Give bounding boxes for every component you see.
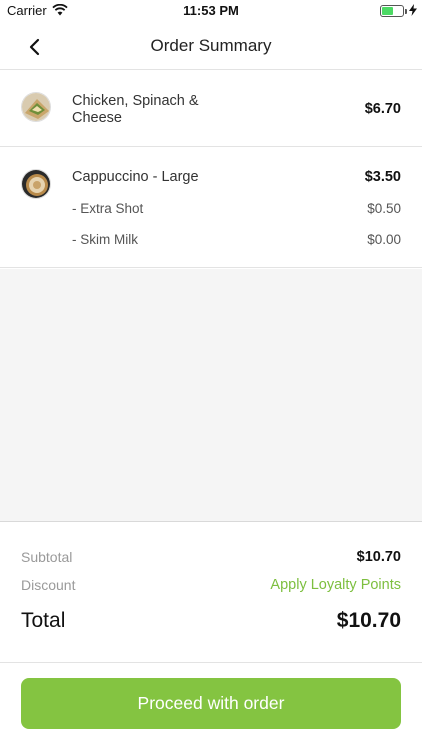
status-time: 11:53 PM bbox=[183, 3, 239, 18]
modifier-name: - Skim Milk bbox=[72, 232, 138, 247]
modifier-name: - Extra Shot bbox=[72, 201, 144, 216]
order-items-list: Chicken, Spinach & Cheese $6.70 Cappucci… bbox=[0, 71, 422, 268]
navigation-bar: Order Summary bbox=[0, 22, 422, 70]
modifier-price: $0.00 bbox=[367, 232, 401, 247]
status-bar: Carrier 11:53 PM bbox=[0, 0, 422, 22]
item-price: $6.70 bbox=[364, 101, 401, 117]
total-row: Total $10.70 bbox=[21, 609, 401, 637]
sandwich-thumbnail-icon bbox=[21, 92, 51, 122]
battery-level bbox=[382, 7, 393, 15]
modifier-price: $0.50 bbox=[367, 201, 401, 216]
subtotal-value: $10.70 bbox=[356, 549, 401, 565]
discount-label: Discount bbox=[21, 577, 76, 593]
discount-row: Discount Apply Loyalty Points bbox=[21, 577, 401, 597]
empty-area bbox=[0, 269, 422, 522]
divider bbox=[0, 662, 422, 663]
order-item[interactable]: Cappuccino - Large $3.50 - Extra Shot $0… bbox=[0, 147, 422, 268]
total-label: Total bbox=[21, 609, 66, 632]
subtotal-row: Subtotal $10.70 bbox=[21, 549, 401, 569]
apply-loyalty-points-link[interactable]: Apply Loyalty Points bbox=[270, 577, 401, 593]
page-title: Order Summary bbox=[150, 36, 272, 55]
charging-icon bbox=[409, 4, 417, 16]
order-item[interactable]: Chicken, Spinach & Cheese $6.70 bbox=[0, 71, 422, 147]
total-value: $10.70 bbox=[336, 609, 401, 632]
coffee-thumbnail-icon bbox=[21, 169, 51, 199]
battery-icon bbox=[380, 5, 407, 17]
item-name: Chicken, Spinach & Cheese bbox=[72, 93, 199, 126]
item-price: $3.50 bbox=[364, 169, 401, 185]
subtotal-label: Subtotal bbox=[21, 549, 73, 565]
item-name: Cappuccino - Large bbox=[72, 169, 199, 185]
proceed-button[interactable]: Proceed with order bbox=[21, 678, 401, 729]
